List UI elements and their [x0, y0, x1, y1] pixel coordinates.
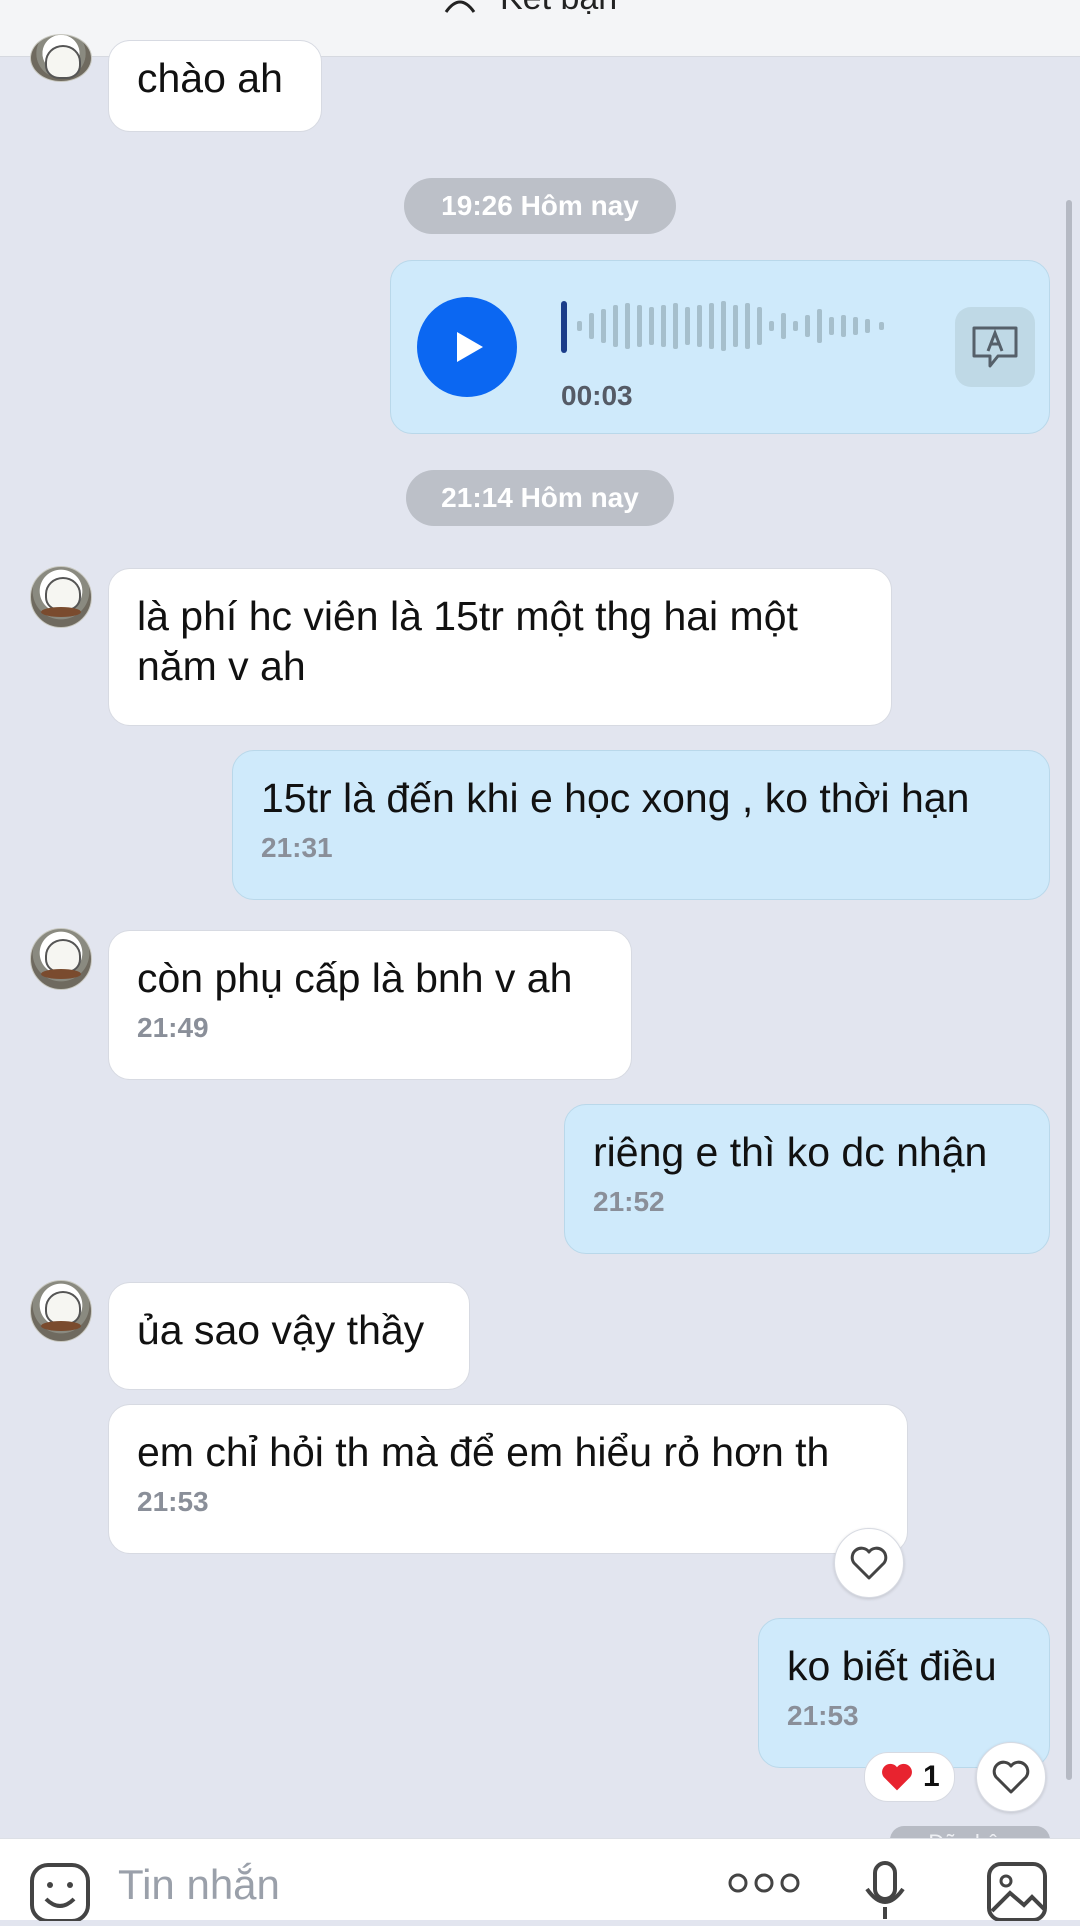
user-add-icon [444, 0, 476, 13]
voice-message[interactable]: 00:03 [390, 260, 1050, 434]
message-bubble[interactable]: chào ah [108, 40, 322, 132]
sticker-button[interactable] [28, 1861, 92, 1926]
message-time: 21:52 [593, 1186, 665, 1217]
message-bubble[interactable]: là phí hc viên là 15tr một thg hai một n… [108, 568, 892, 726]
message-text: ủa sao vậy thầy [137, 1307, 425, 1353]
message-text: chào ah [137, 55, 283, 101]
reaction-badge[interactable]: 1 [864, 1752, 955, 1802]
message-time: 21:31 [261, 832, 333, 863]
message-bubble[interactable]: ủa sao vậy thầy [108, 1282, 470, 1390]
time-stamp: 19:26 Hôm nay [404, 178, 676, 234]
message-text: 15tr là đến khi e học xong , ko thời hạn [261, 775, 970, 821]
message-text: riêng e thì ko dc nhận [593, 1129, 988, 1175]
react-button[interactable] [834, 1528, 904, 1598]
heart-icon [882, 1763, 912, 1791]
heart-icon [850, 1546, 888, 1580]
avatar[interactable] [30, 34, 92, 82]
more-icon [728, 1873, 800, 1893]
message-text: là phí hc viên là 15tr một thg hai một n… [137, 593, 798, 689]
add-friend-label: Kết bạn [500, 0, 617, 18]
avatar[interactable] [30, 566, 92, 628]
message-text: ko biết điều [787, 1643, 997, 1689]
message-bubble[interactable]: còn phụ cấp là bnh v ah 21:49 [108, 930, 632, 1080]
message-input[interactable]: Tin nhắn [118, 1861, 280, 1909]
avatar[interactable] [30, 928, 92, 990]
avatar[interactable] [30, 1280, 92, 1342]
message-time: 21:53 [787, 1700, 859, 1731]
message-time: 21:49 [137, 1012, 209, 1043]
more-button[interactable] [728, 1871, 800, 1900]
scrollbar[interactable] [1066, 200, 1072, 1780]
voice-duration: 00:03 [561, 380, 633, 411]
message-input-bar: Tin nhắn [0, 1838, 1080, 1923]
image-icon [987, 1862, 1047, 1922]
reaction-count: 1 [923, 1760, 940, 1793]
mic-icon [865, 1861, 905, 1919]
play-button[interactable] [417, 297, 517, 397]
message-text: còn phụ cấp là bnh v ah [137, 955, 573, 1001]
message-bubble[interactable]: 15tr là đến khi e học xong , ko thời hạn… [232, 750, 1050, 900]
transcribe-button[interactable] [955, 307, 1035, 387]
message-time: 21:53 [137, 1486, 209, 1517]
transcribe-icon [972, 326, 1018, 368]
mic-button[interactable] [862, 1861, 908, 1926]
waveform[interactable] [561, 291, 901, 361]
play-icon [457, 332, 483, 362]
message-bubble[interactable]: riêng e thì ko dc nhận 21:52 [564, 1104, 1050, 1254]
react-button[interactable] [976, 1742, 1046, 1812]
add-friend-button[interactable]: Kết bạn [440, 0, 617, 18]
image-button[interactable] [986, 1861, 1048, 1926]
sticker-icon [30, 1863, 90, 1923]
heart-icon [992, 1760, 1030, 1794]
time-stamp: 21:14 Hôm nay [406, 470, 674, 526]
message-bubble[interactable]: em chỉ hỏi th mà để em hiểu rỏ hơn th 21… [108, 1404, 908, 1554]
message-text: em chỉ hỏi th mà để em hiểu rỏ hơn th [137, 1429, 830, 1475]
